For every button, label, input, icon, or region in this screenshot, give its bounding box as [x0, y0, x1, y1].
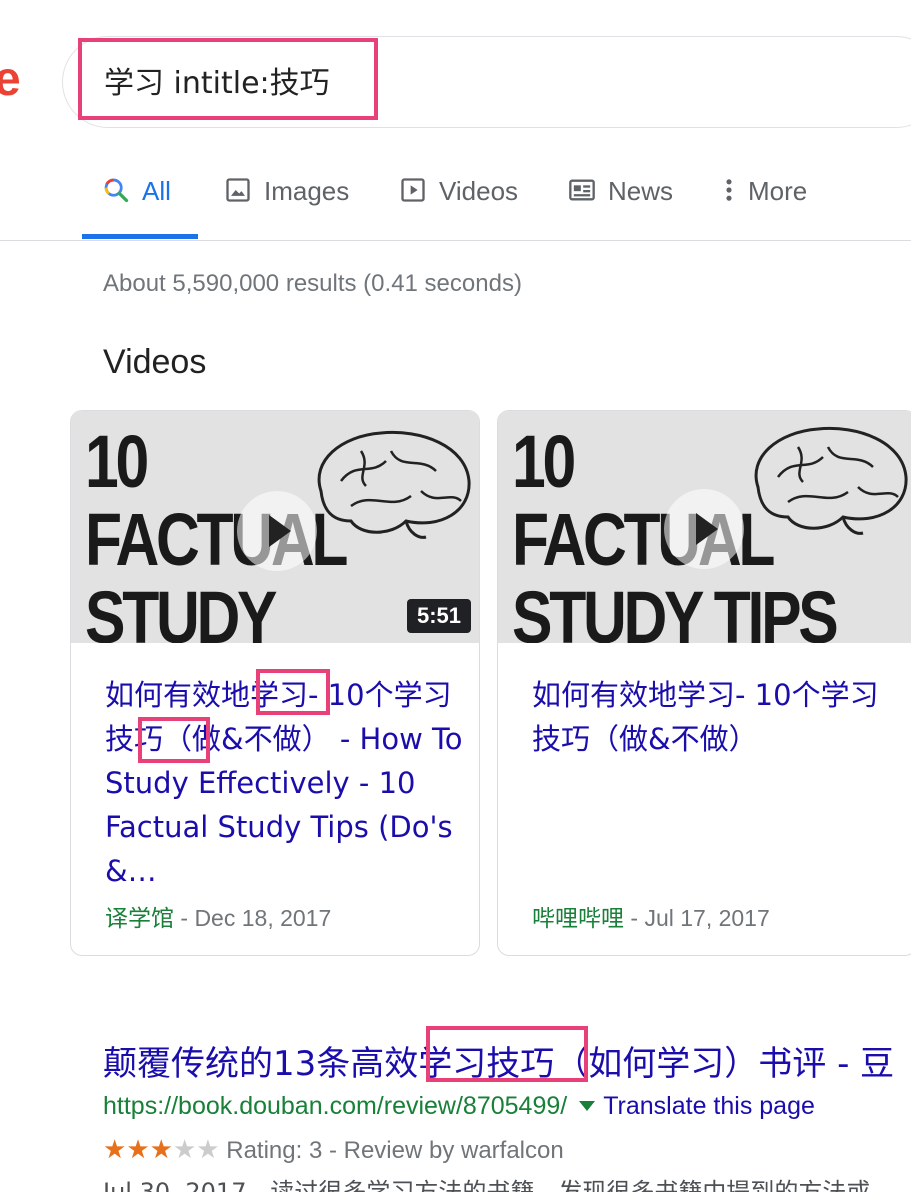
result-stats: About 5,590,000 results (0.41 seconds): [103, 270, 522, 297]
tab-images[interactable]: Images: [224, 168, 349, 240]
keyword-highlight-box: [426, 1026, 588, 1082]
star-icon: ★: [103, 1134, 127, 1164]
video-card[interactable]: 10 FACTUAL STUDY TIPS 如何有效地学习- 10个学习技巧（做…: [497, 410, 911, 956]
tab-more-label: More: [748, 176, 808, 206]
tab-all-label: All: [142, 176, 171, 206]
star-empty-icon: ★: [172, 1134, 197, 1164]
star-icon: ★: [126, 1134, 150, 1164]
video-source: 哔哩哔哩: [532, 905, 624, 931]
keyword-highlight-box: [138, 717, 210, 763]
video-meta: 译学馆 - Dec 18, 2017: [105, 899, 331, 933]
video-thumbnail[interactable]: 10 FACTUAL STUDY TIPS 5:51: [71, 411, 479, 643]
search-tabs: All Images Videos News More: [0, 168, 911, 240]
video-thumbnail[interactable]: 10 FACTUAL STUDY TIPS: [498, 411, 911, 643]
tab-videos-label: Videos: [439, 176, 519, 206]
result-rating: ★★★★★ Rating: 3 - Review by warfalcon: [103, 1134, 564, 1165]
more-vert-icon: [722, 176, 736, 211]
search-highlight-box: [78, 38, 378, 120]
news-icon: [568, 176, 596, 211]
star-empty-icon: ★: [196, 1134, 220, 1164]
tab-images-label: Images: [264, 176, 350, 206]
tab-more[interactable]: More: [722, 168, 807, 240]
translate-link[interactable]: Translate this page: [603, 1092, 815, 1120]
tabs-divider: [0, 240, 911, 241]
video-date: - Jul 17, 2017: [624, 905, 770, 931]
image-icon: [224, 176, 252, 211]
play-icon[interactable]: [664, 489, 744, 569]
result-url: https://book.douban.com/review/8705499/T…: [103, 1092, 815, 1121]
tab-videos[interactable]: Videos: [399, 168, 518, 240]
result-url-text[interactable]: https://book.douban.com/review/8705499/: [103, 1092, 567, 1120]
play-icon[interactable]: [237, 491, 317, 571]
video-date: - Dec 18, 2017: [174, 905, 332, 931]
result-snippet: Jul 30, 2017 - 读过很多学习方法的书籍，发现很多书籍中提到的方法或: [103, 1178, 871, 1192]
video-icon: [399, 176, 427, 211]
tab-news[interactable]: News: [568, 168, 673, 240]
videos-heading: Videos: [103, 343, 207, 381]
search-icon: [102, 176, 130, 211]
star-icon: ★: [149, 1134, 173, 1164]
tab-news-label: News: [608, 176, 674, 206]
dropdown-arrow-icon[interactable]: [579, 1101, 596, 1111]
video-title[interactable]: 如何有效地学习- 10个学习技巧（做&不做）: [532, 673, 892, 761]
google-logo-fragment[interactable]: e: [0, 52, 21, 107]
active-tab-indicator: [82, 234, 198, 239]
video-source: 译学馆: [105, 905, 174, 931]
video-meta: 哔哩哔哩 - Jul 17, 2017: [532, 899, 770, 933]
rating-text: Rating: 3 - Review by warfalcon: [226, 1137, 564, 1164]
tab-all[interactable]: All: [102, 168, 171, 240]
video-duration: 5:51: [406, 599, 471, 633]
keyword-highlight-box: [256, 669, 330, 715]
